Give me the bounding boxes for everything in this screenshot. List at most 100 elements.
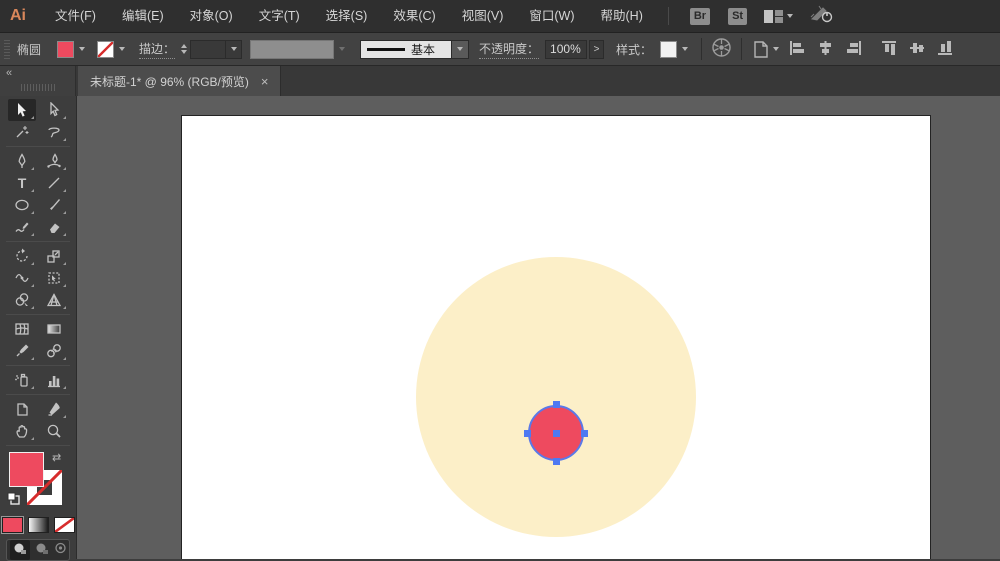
gradient-icon: [47, 324, 61, 334]
chevron-down-icon[interactable]: [787, 14, 794, 18]
tool-paintbrush[interactable]: [40, 194, 68, 216]
menu-edit[interactable]: 编辑(E): [109, 0, 177, 32]
artboard[interactable]: [181, 115, 931, 559]
recolor-artwork-icon[interactable]: [711, 37, 732, 61]
color-button[interactable]: [0, 516, 24, 534]
anchor-handle-top[interactable]: [552, 401, 560, 408]
vertical-align-top-icon[interactable]: [881, 40, 898, 59]
canvas-pasteboard[interactable]: [77, 96, 1000, 559]
tool-eyedropper[interactable]: [8, 340, 36, 362]
divider: [6, 314, 70, 315]
horizontal-align-center-icon[interactable]: [817, 40, 834, 59]
tool-blend[interactable]: [40, 340, 68, 362]
menu-select[interactable]: 选择(S): [313, 0, 381, 32]
tool-eraser[interactable]: [40, 216, 68, 238]
document-tab[interactable]: 未标题-1* @ 96% (RGB/预览) ×: [78, 66, 282, 96]
line-segment-icon: [48, 177, 60, 189]
tool-scale[interactable]: [40, 245, 68, 267]
opacity-label[interactable]: 不透明度：: [479, 40, 540, 59]
stroke-weight-chevron-icon: [230, 47, 237, 51]
tool-lasso[interactable]: [40, 121, 68, 143]
close-tab-icon[interactable]: ×: [261, 75, 269, 88]
stroke-none-swatch[interactable]: [97, 40, 115, 58]
tool-slice[interactable]: [40, 398, 68, 420]
tool-pencil[interactable]: [8, 216, 36, 238]
document-setup-icon[interactable]: [751, 40, 780, 59]
anchor-handle-left[interactable]: [524, 429, 531, 437]
menu-help[interactable]: 帮助(H): [588, 0, 656, 32]
tool-rotate[interactable]: [8, 245, 36, 267]
tool-hand[interactable]: [8, 420, 36, 442]
tool-gradient[interactable]: [40, 318, 68, 340]
workspace-switcher-icon[interactable]: [764, 9, 784, 23]
tool-free-transform[interactable]: [40, 267, 68, 289]
gpu-performance-icon[interactable]: [809, 5, 835, 28]
menu-view[interactable]: 视图(V): [449, 0, 517, 32]
brush-definition-dropdown[interactable]: 基本: [350, 39, 470, 59]
vertical-align-center-icon[interactable]: [909, 40, 926, 59]
menu-file[interactable]: 文件(F): [42, 0, 109, 32]
tool-column-graph[interactable]: [40, 369, 68, 391]
stroke-weight-label[interactable]: 描边：: [139, 40, 176, 59]
magic-wand-icon: [16, 126, 29, 138]
fill-color-swatch[interactable]: [57, 40, 75, 58]
stroke-weight-stepper[interactable]: [181, 44, 188, 54]
gradient-button[interactable]: [27, 517, 49, 533]
toolbar-grip[interactable]: [20, 84, 55, 91]
center-point-handle[interactable]: [552, 429, 560, 437]
none-button[interactable]: [53, 516, 75, 534]
perspective-grid-icon: [46, 293, 62, 307]
stroke-chevron-icon: [118, 47, 125, 51]
draw-behind-button[interactable]: [35, 541, 49, 559]
bridge-button[interactable]: Br: [689, 7, 711, 25]
horizontal-align-left-icon[interactable]: [789, 40, 806, 59]
menu-window[interactable]: 窗口(W): [516, 0, 587, 32]
tool-ellipse[interactable]: [8, 194, 36, 216]
menu-type[interactable]: 文字(T): [246, 0, 313, 32]
tool-curvature[interactable]: [40, 150, 68, 172]
free-transform-icon: [48, 272, 60, 284]
stroke-weight-dropdown[interactable]: [190, 39, 243, 59]
tool-zoom[interactable]: [40, 420, 68, 442]
selected-shape[interactable]: [524, 401, 588, 465]
tool-selection[interactable]: [8, 99, 36, 121]
app-logo: Ai: [10, 7, 26, 24]
collapse-panel-button[interactable]: «: [6, 67, 12, 79]
menu-object[interactable]: 对象(O): [177, 0, 246, 32]
default-fill-stroke-icon[interactable]: [7, 492, 20, 510]
horizontal-align-right-icon[interactable]: [845, 40, 862, 59]
eraser-icon: [50, 223, 60, 233]
lasso-icon: [48, 127, 60, 138]
divider: [6, 241, 70, 242]
menu-effect[interactable]: 效果(C): [380, 0, 448, 32]
tool-type[interactable]: T: [8, 172, 36, 194]
tool-direct-selection[interactable]: [40, 99, 68, 121]
tool-width[interactable]: [8, 267, 36, 289]
brush-chevron-icon: [457, 47, 464, 51]
divider: [6, 146, 70, 147]
drawing-modes: [6, 539, 70, 561]
swap-fill-stroke-icon[interactable]: ⇄: [52, 451, 61, 464]
vertical-align-bottom-icon[interactable]: [937, 40, 954, 59]
stock-button[interactable]: St: [728, 7, 748, 25]
opacity-more-button[interactable]: >: [589, 39, 605, 59]
tool-artboard[interactable]: [8, 398, 36, 420]
draw-inside-button[interactable]: [54, 541, 67, 559]
tool-shape-builder[interactable]: [8, 289, 36, 311]
tool-mesh[interactable]: [8, 318, 36, 340]
style-swatch[interactable]: [660, 40, 678, 58]
anchor-handle-right[interactable]: [581, 429, 588, 437]
opacity-input[interactable]: 100%: [545, 39, 588, 59]
tool-pen[interactable]: [8, 150, 36, 172]
ellipse-icon: [15, 199, 29, 211]
tool-perspective-grid[interactable]: [40, 289, 68, 311]
fill-indicator[interactable]: [9, 452, 44, 487]
outer-circle-shape[interactable]: [416, 257, 696, 537]
draw-normal-button[interactable]: [9, 540, 30, 560]
tool-line-segment[interactable]: [40, 172, 68, 194]
panel-grip[interactable]: [4, 39, 10, 59]
tool-symbol-sprayer[interactable]: [8, 369, 36, 391]
anchor-handle-bottom[interactable]: [552, 458, 560, 465]
fill-chevron-icon: [78, 47, 85, 51]
tool-magic-wand[interactable]: [8, 121, 36, 143]
